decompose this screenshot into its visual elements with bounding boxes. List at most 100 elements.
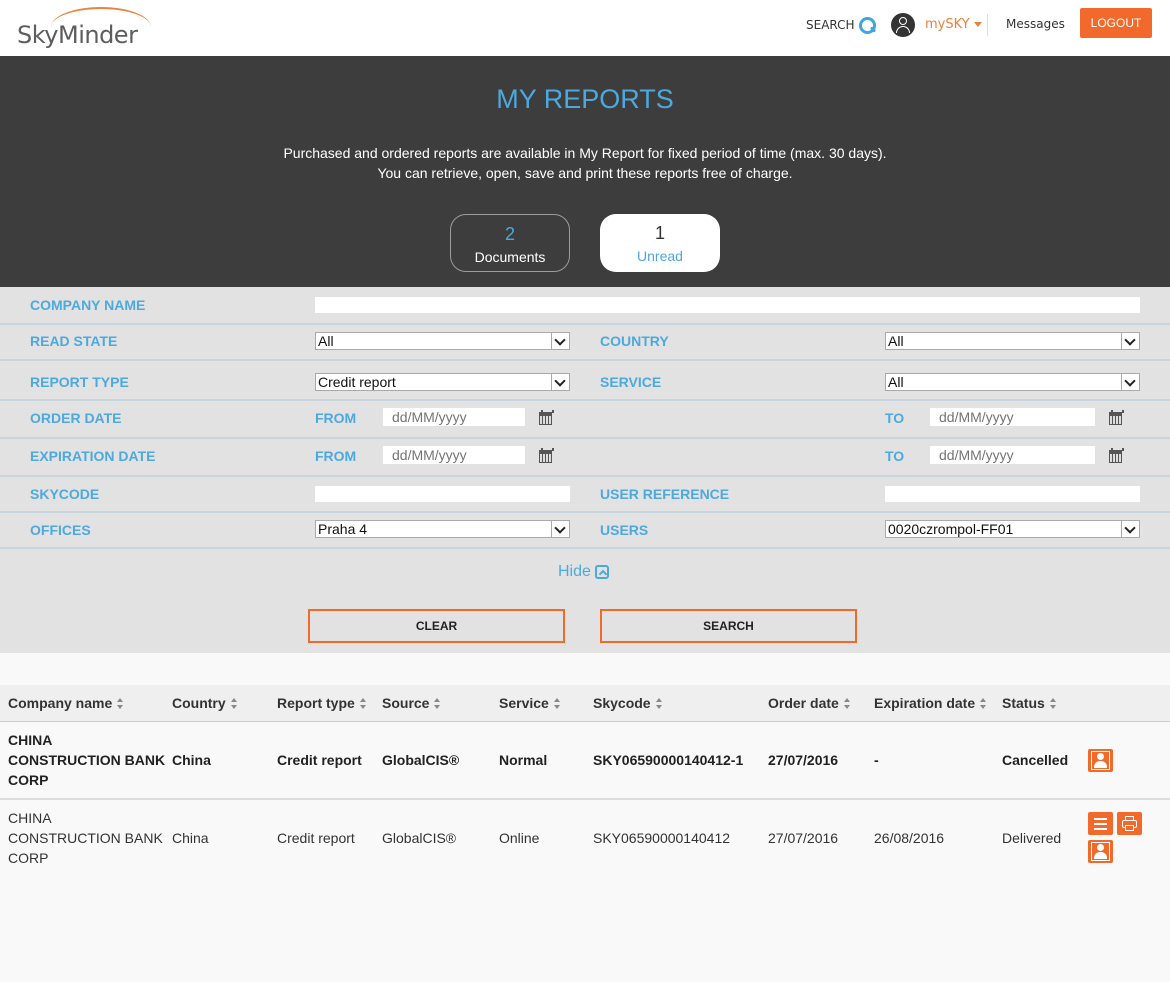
company-line: CHINA bbox=[8, 810, 52, 826]
filter-row-skycode: SKYCODE USER REFERENCE bbox=[0, 477, 1170, 513]
filter-row-reporttype: REPORT TYPE Credit report SERVICE All bbox=[0, 361, 1170, 401]
column-expiration-date[interactable]: Expiration date bbox=[874, 695, 987, 711]
page-title: MY REPORTS bbox=[496, 84, 674, 114]
column-label: Source bbox=[382, 695, 430, 711]
sort-icon bbox=[553, 697, 561, 710]
search-icon bbox=[858, 16, 876, 34]
cell-country: China bbox=[172, 830, 209, 846]
sort-icon bbox=[843, 697, 851, 710]
cell-company: CHINA CONSTRUCTION BANK CORP bbox=[8, 730, 165, 790]
skycode-label: SKYCODE bbox=[30, 486, 100, 502]
skycode-input[interactable] bbox=[315, 486, 570, 502]
collapse-icon bbox=[594, 565, 609, 579]
calendar-icon[interactable] bbox=[539, 448, 554, 463]
print-icon[interactable] bbox=[1117, 812, 1142, 835]
cell-skycode: SKY06590000140412-1 bbox=[593, 752, 744, 768]
expiration-date-from-input[interactable] bbox=[383, 446, 525, 464]
chevron-down-icon bbox=[1121, 374, 1139, 390]
logo-text: SkyMinder bbox=[17, 21, 138, 49]
chevron-down-icon bbox=[1121, 521, 1139, 537]
company-line: CHINA bbox=[8, 732, 53, 748]
column-status[interactable]: Status bbox=[1002, 695, 1057, 711]
cell-country: China bbox=[172, 752, 211, 768]
cell-order-date: 27/07/2016 bbox=[768, 830, 839, 846]
order-date-label: ORDER DATE bbox=[30, 410, 122, 426]
service-select[interactable]: All bbox=[885, 373, 1140, 391]
chevron-down-icon bbox=[973, 22, 982, 27]
cell-company: CHINA CONSTRUCTION BANK CORP bbox=[8, 808, 163, 868]
service-value: All bbox=[888, 374, 904, 390]
cell-skycode: SKY06590000140412 bbox=[593, 830, 731, 846]
order-date-from-label: FROM bbox=[315, 410, 357, 426]
clear-button[interactable]: CLEAR bbox=[308, 609, 565, 643]
cell-report-type: Credit report bbox=[277, 830, 355, 846]
table-row[interactable]: CHINA CONSTRUCTION BANK CORP China Credi… bbox=[0, 722, 1170, 800]
users-select[interactable]: 0020czrompol-FF01 bbox=[885, 520, 1140, 538]
sort-icon bbox=[1049, 697, 1057, 710]
cell-expiration-date: 26/08/2016 bbox=[874, 830, 945, 846]
description-line-1: Purchased and ordered reports are availa… bbox=[283, 145, 887, 161]
column-source[interactable]: Source bbox=[382, 695, 441, 711]
column-order-date[interactable]: Order date bbox=[768, 695, 851, 711]
expiration-date-to-input[interactable] bbox=[930, 446, 1095, 464]
column-company-name[interactable]: Company name bbox=[8, 695, 124, 711]
company-line: CONSTRUCTION BANK bbox=[8, 830, 163, 846]
expiration-date-to-label: TO bbox=[885, 448, 905, 464]
country-select[interactable]: All bbox=[885, 332, 1140, 350]
calendar-icon[interactable] bbox=[539, 410, 554, 425]
sort-icon bbox=[655, 697, 663, 710]
read-state-select[interactable]: All bbox=[315, 332, 570, 350]
users-label: USERS bbox=[600, 522, 649, 538]
filter-panel: COMPANY NAME READ STATE All COUNTRY All … bbox=[0, 287, 1170, 653]
cell-expiration-date: - bbox=[874, 752, 879, 768]
list-icon[interactable] bbox=[1088, 812, 1113, 835]
cell-service: Normal bbox=[499, 752, 548, 768]
cell-order-date: 27/07/2016 bbox=[768, 752, 839, 768]
unread-counter[interactable]: 1 Unread bbox=[600, 214, 720, 272]
contact-icon[interactable] bbox=[1088, 840, 1113, 863]
order-date-to-label: TO bbox=[885, 410, 905, 426]
calendar-icon[interactable] bbox=[1109, 410, 1124, 425]
table-row[interactable]: CHINA CONSTRUCTION BANK CORP China Credi… bbox=[0, 800, 1170, 878]
description-line-2: You can retrieve, open, save and print t… bbox=[377, 165, 793, 181]
contact-icon[interactable] bbox=[1088, 749, 1113, 772]
column-service[interactable]: Service bbox=[499, 695, 561, 711]
order-date-to-input[interactable] bbox=[930, 408, 1095, 426]
sort-icon bbox=[117, 697, 124, 710]
column-country[interactable]: Country bbox=[172, 695, 238, 711]
logout-button[interactable]: LOGOUT bbox=[1080, 8, 1152, 38]
column-skycode[interactable]: Skycode bbox=[593, 695, 663, 711]
unread-label: Unread bbox=[637, 248, 683, 264]
documents-count: 2 bbox=[504, 224, 515, 244]
order-date-from-input[interactable] bbox=[383, 408, 525, 426]
offices-select[interactable]: Praha 4 bbox=[315, 520, 570, 538]
page-description: Purchased and ordered reports are availa… bbox=[0, 143, 1170, 183]
skyminder-logo[interactable]: SkyMinder bbox=[17, 5, 151, 51]
user-icon[interactable] bbox=[891, 13, 915, 37]
mysky-menu[interactable]: mySKY bbox=[925, 17, 982, 32]
mysky-label: mySKY bbox=[925, 17, 970, 32]
hide-filters-toggle[interactable]: Hide bbox=[558, 563, 609, 581]
top-bar: SkyMinder SEARCH mySKY Messages LOGOUT bbox=[0, 0, 1170, 56]
company-name-label: COMPANY NAME bbox=[30, 297, 146, 313]
table-header: Company name Country Report type Source … bbox=[0, 685, 1170, 722]
company-line: CORP bbox=[8, 850, 49, 866]
documents-counter[interactable]: 2 Documents bbox=[450, 214, 570, 272]
country-label: COUNTRY bbox=[600, 333, 669, 349]
header-search-label: SEARCH bbox=[806, 18, 855, 32]
user-reference-input[interactable] bbox=[885, 486, 1140, 502]
chevron-down-icon bbox=[551, 521, 569, 537]
filter-row-orderdate: ORDER DATE FROM TO bbox=[0, 401, 1170, 439]
company-name-input[interactable] bbox=[315, 297, 1140, 313]
cell-report-type: Credit report bbox=[277, 752, 362, 768]
chevron-down-icon bbox=[551, 333, 569, 349]
report-type-select[interactable]: Credit report bbox=[315, 373, 570, 391]
country-value: All bbox=[888, 333, 904, 349]
calendar-icon[interactable] bbox=[1109, 448, 1124, 463]
search-button[interactable]: SEARCH bbox=[600, 609, 857, 643]
sort-icon bbox=[230, 697, 238, 710]
column-report-type[interactable]: Report type bbox=[277, 695, 367, 711]
header-search-link[interactable]: SEARCH bbox=[806, 16, 876, 34]
cell-service: Online bbox=[499, 830, 540, 846]
messages-link[interactable]: Messages bbox=[1006, 17, 1065, 31]
